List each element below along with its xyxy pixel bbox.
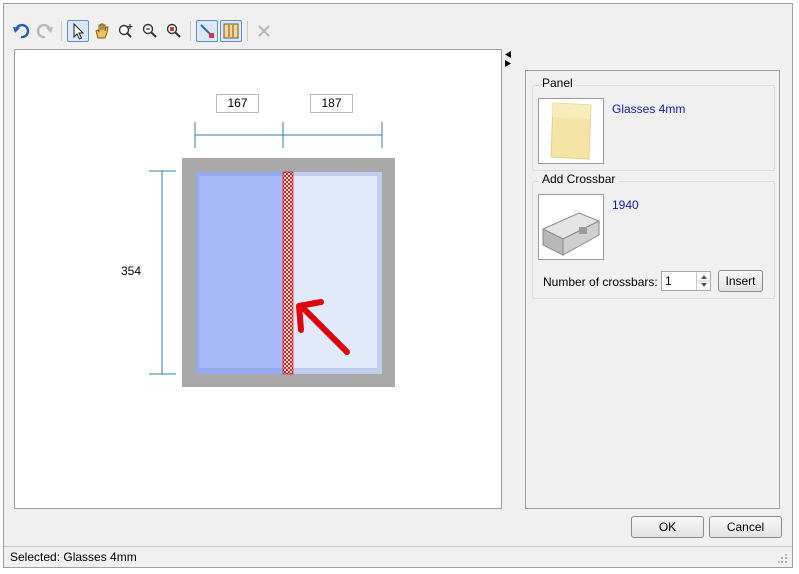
zoom-button[interactable] xyxy=(139,20,161,42)
crossbar-profile-link[interactable]: 1940 xyxy=(612,198,639,212)
glass-thumbnail[interactable] xyxy=(538,98,604,164)
vertical-dimension-line xyxy=(149,170,176,375)
zoom-icon xyxy=(142,23,157,38)
panel-material-link[interactable]: Glasses 4mm xyxy=(612,102,685,116)
panel-fill-button[interactable] xyxy=(220,20,242,42)
crossbar-group: Add Crossbar 1940 Number of crossbars: 1 xyxy=(532,172,775,299)
status-bar: Selected: Glasses 4mm xyxy=(4,546,792,567)
panel-group: Panel Glasses 4mm xyxy=(532,76,775,171)
zoom-in-button[interactable] xyxy=(115,20,137,42)
horizontal-dimension-line xyxy=(194,122,383,148)
glass-panel-image xyxy=(550,102,592,160)
toolbar-separator xyxy=(190,21,191,41)
ok-button[interactable]: OK xyxy=(631,516,704,538)
expand-right-icon xyxy=(505,60,511,67)
edit-crossbar-button[interactable] xyxy=(196,20,218,42)
delete-button[interactable] xyxy=(253,20,275,42)
toolbar-separator xyxy=(61,21,62,41)
panel-collapse-toggle[interactable] xyxy=(503,50,513,68)
select-tool-button[interactable] xyxy=(67,20,89,42)
crossbar-count-label: Number of crossbars: xyxy=(543,275,658,289)
collapse-left-icon xyxy=(505,51,511,58)
delete-icon xyxy=(258,25,270,37)
panel-fill-icon xyxy=(223,23,239,39)
crossbar-thumbnail[interactable] xyxy=(538,194,604,260)
edit-crossbar-icon xyxy=(200,24,214,38)
properties-panel: Panel Glasses 4mm Add Crossbar 1940 Numb… xyxy=(525,70,780,509)
toolbar xyxy=(10,18,275,44)
crossbar-group-title: Add Crossbar xyxy=(539,172,619,186)
cancel-button[interactable]: Cancel xyxy=(709,516,782,538)
left-glass-inner xyxy=(199,176,283,368)
spin-down-icon[interactable] xyxy=(701,283,707,287)
select-pointer-icon xyxy=(73,22,85,40)
crossbar-selected[interactable] xyxy=(282,171,294,375)
resize-grip-icon[interactable] xyxy=(778,554,788,564)
dialog-window: 167 187 354 Panel Glasses 4mm Add Crossb… xyxy=(3,3,793,568)
zoom-in-icon xyxy=(118,24,133,38)
redo-icon xyxy=(36,23,53,39)
panel-group-title: Panel xyxy=(539,76,576,90)
redo-button[interactable] xyxy=(34,20,56,42)
toolbar-separator xyxy=(247,21,248,41)
undo-button[interactable] xyxy=(10,20,32,42)
undo-icon xyxy=(13,23,30,39)
status-text: Selected: Glasses 4mm xyxy=(10,550,137,564)
insert-button[interactable]: Insert xyxy=(718,270,763,292)
pan-tool-button[interactable] xyxy=(91,20,113,42)
pan-hand-icon xyxy=(95,23,109,39)
spin-buttons xyxy=(696,272,711,290)
zoom-extents-icon xyxy=(166,23,181,38)
crossbar-profile-image xyxy=(541,212,601,256)
spin-up-icon[interactable] xyxy=(701,275,707,279)
window-drawing xyxy=(149,122,395,387)
zoom-extents-button[interactable] xyxy=(163,20,185,42)
crossbar-count-stepper[interactable]: 1 xyxy=(661,271,711,291)
drawing-canvas[interactable]: 167 187 354 xyxy=(14,49,502,509)
crossbar-count-value[interactable]: 1 xyxy=(665,274,672,288)
